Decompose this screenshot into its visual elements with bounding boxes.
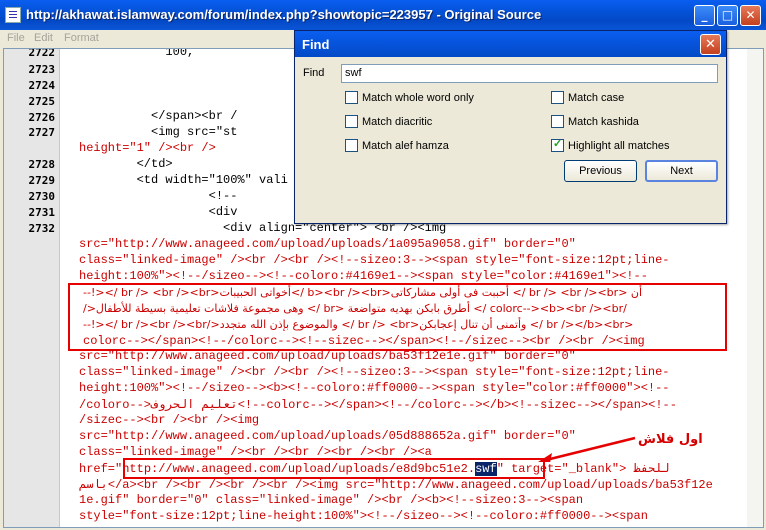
line-number: 2725 [28, 95, 56, 108]
line-number: 2727 [28, 126, 56, 139]
line-number: 2724 [28, 79, 56, 92]
previous-button[interactable]: Previous [564, 160, 637, 182]
highlight-all-matches-checkbox[interactable]: Highlight all matches [551, 137, 670, 152]
title-bar: http://akhawat.islamway.com/forum/index.… [0, 0, 766, 30]
code-line: class="linked-image" /><br /><br /><!--s… [79, 253, 670, 267]
code-line: </td> [79, 157, 173, 171]
checkbox-box[interactable] [551, 91, 564, 104]
checkbox-label: Match kashida [568, 116, 639, 128]
line-number: 2731 [28, 206, 56, 219]
code-line: /coloro-->تعليم الحروف<!--colorc--></spa… [79, 398, 677, 412]
code-line: class="linked-image" /><br /><br /><br /… [79, 445, 432, 459]
match-kashida-checkbox[interactable]: Match kashida [551, 115, 639, 128]
code-arabic-text: للحفظ [633, 462, 670, 476]
line-number: 2728 [28, 158, 56, 171]
code-line: /colorc--><b><br /><br /> أطرق بابكن بهد… [83, 302, 627, 315]
code-line: height="1" /><br /> [79, 141, 216, 155]
match-whole-word-checkbox[interactable]: Match whole word only [345, 91, 474, 104]
line-number: 2732 [28, 222, 56, 235]
code-line: 1e.gif" border="0" class="linked-image" … [79, 493, 584, 507]
match-diacritic-checkbox[interactable]: Match diacritic [345, 115, 432, 128]
find-dialog-title: Find [302, 37, 330, 52]
line-number: 2723 [28, 63, 56, 76]
minimize-button[interactable]: _ [694, 5, 715, 26]
next-button[interactable]: Next [645, 160, 718, 182]
code-line: أن <br /> <br /><br /> أحببت فى أولى مشا… [83, 286, 643, 299]
checkbox-label: Match alef hamza [362, 140, 449, 152]
code-line: src="http://www.anageed.com/upload/uploa… [79, 349, 576, 363]
code-line: <!-- [79, 189, 238, 203]
code-line: <div [79, 205, 238, 219]
code-line: height:100%"><!--/sizeo--><!--coloro:#41… [79, 269, 648, 283]
document-icon [5, 7, 21, 23]
match-case-checkbox[interactable]: Match case [551, 91, 624, 104]
checkbox-box-checked[interactable] [551, 137, 564, 152]
checkbox-box[interactable] [345, 115, 358, 128]
find-dialog: Find ✕ Find swf Match whole word only Ma… [294, 30, 727, 224]
menu-edit[interactable]: Edit [34, 32, 53, 44]
code-line: </span><br / [79, 109, 238, 123]
checkbox-label: Match whole word only [362, 92, 474, 104]
line-number: 2730 [28, 190, 56, 203]
code-href-attr: href=" [79, 462, 123, 476]
annotation-first-flash: اول فلاش [638, 432, 703, 447]
code-line: style="font-size:12pt;line-height:100%">… [79, 509, 648, 523]
code-line: <img src="st [79, 125, 238, 139]
match-alef-hamza-checkbox[interactable]: Match alef hamza [345, 139, 449, 152]
code-line: باسم</a><br /><br /><br /><br /><img src… [79, 478, 713, 492]
code-line: src="http://www.anageed.com/upload/uploa… [79, 237, 576, 251]
code-line: colorc--></span><!--/colorc--><!--sizec-… [83, 334, 645, 348]
window-title: http://akhawat.islamway.com/forum/index.… [26, 7, 542, 22]
code-line: class="linked-image" /><br /><br /><!--s… [79, 365, 670, 379]
highlight-box-swf-url [123, 458, 545, 479]
code-line: /sizec--><br /><br /><img [79, 413, 260, 427]
line-number: 2726 [28, 111, 56, 124]
code-line: <br /></b><br /> وأتمنى أن تنال إعجابكن<… [83, 318, 634, 331]
maximize-button[interactable]: □ [717, 5, 738, 26]
find-input[interactable]: swf [341, 64, 718, 83]
code-line: 100, [79, 48, 195, 59]
find-dialog-titlebar: Find ✕ [295, 31, 726, 57]
line-number-gutter: 2722 2723 2724 2725 2726 2727 2728 2729 … [4, 48, 60, 527]
close-button[interactable]: ✕ [740, 5, 761, 26]
find-label: Find [303, 67, 325, 79]
line-number: 2722 [28, 48, 56, 59]
checkbox-label: Match case [568, 92, 625, 104]
checkbox-box[interactable] [551, 115, 564, 128]
checkbox-box[interactable] [345, 139, 358, 152]
menu-file[interactable]: File [7, 32, 25, 44]
red-arrow-icon [538, 436, 636, 462]
checkbox-label: Highlight all matches [568, 140, 670, 152]
vertical-scrollbar[interactable] [747, 49, 763, 527]
code-line: <td width="100%" vali [79, 173, 288, 187]
code-line: height:100%"><!--/sizeo--><b><!--coloro:… [79, 381, 670, 395]
checkbox-box[interactable] [345, 91, 358, 104]
find-dialog-close-button[interactable]: ✕ [700, 34, 721, 55]
menu-format[interactable]: Format [64, 32, 99, 44]
checkbox-label: Match diacritic [362, 116, 433, 128]
line-number: 2729 [28, 174, 56, 187]
code-line: src="http://www.anageed.com/upload/uploa… [79, 429, 576, 443]
